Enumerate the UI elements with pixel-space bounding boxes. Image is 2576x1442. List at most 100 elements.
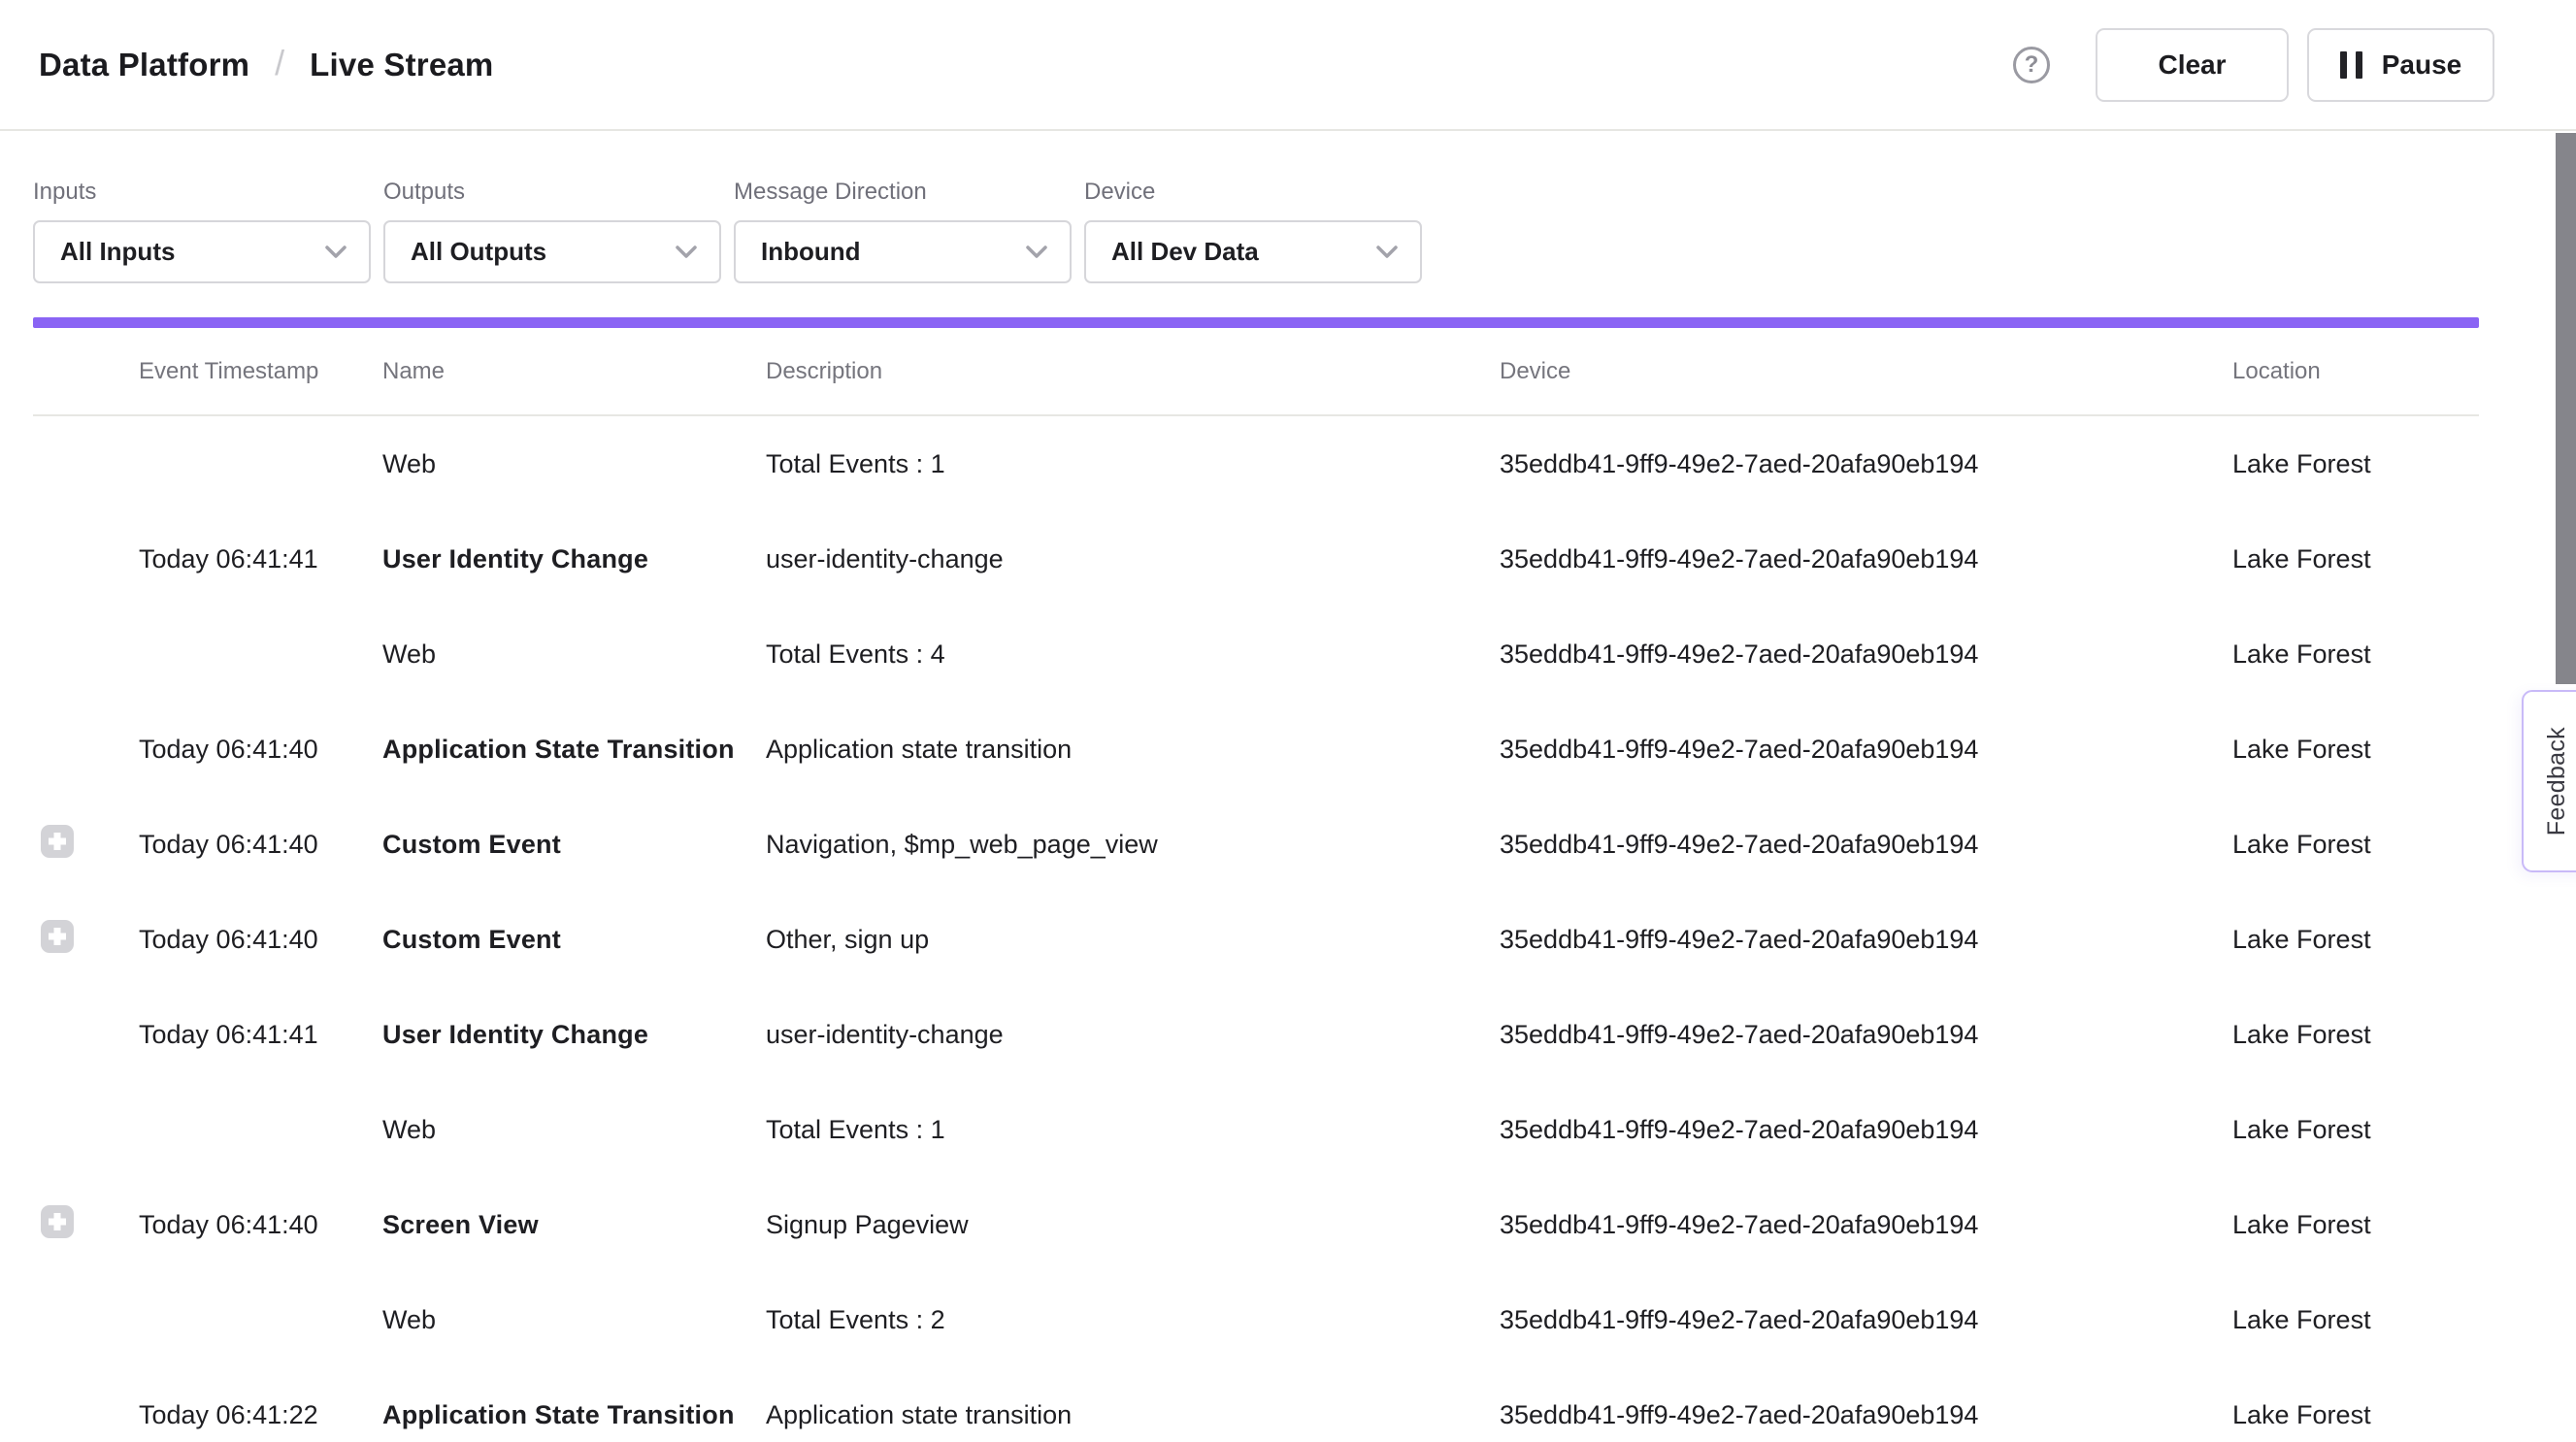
inputs-dropdown[interactable]: All Inputs: [33, 220, 371, 283]
event-name-cell: Application State Transition: [382, 1400, 766, 1430]
device-cell: 35eddb41-9ff9-49e2-7aed-20afa90eb194: [1500, 1400, 2232, 1430]
filters-bar: Inputs All Inputs Outputs All Outputs Me…: [33, 179, 2576, 283]
help-icon[interactable]: ?: [2013, 47, 2050, 83]
top-bar: Data Platform / Live Stream ? Clear Paus…: [0, 0, 2576, 131]
message-direction-dropdown[interactable]: Inbound: [734, 220, 1072, 283]
description-cell: Total Events : 1: [766, 449, 1500, 479]
message-direction-dropdown-value: Inbound: [761, 237, 861, 267]
vertical-scrollbar-thumb[interactable]: [2556, 133, 2576, 684]
expand-plus-icon[interactable]: [41, 825, 74, 858]
description-cell: Navigation, $mp_web_page_view: [766, 830, 1500, 860]
column-header-event-timestamp: Event Timestamp: [139, 358, 382, 385]
location-cell: Lake Forest: [2232, 639, 2479, 670]
column-header-name: Name: [382, 358, 766, 385]
expand-plus-icon[interactable]: [41, 1205, 74, 1238]
event-name-cell: Web: [382, 1115, 766, 1145]
table-row[interactable]: WebTotal Events : 135eddb41-9ff9-49e2-7a…: [33, 1082, 2479, 1177]
chevron-down-icon: [324, 245, 347, 260]
filter-outputs-label: Outputs: [383, 179, 721, 206]
table-row[interactable]: WebTotal Events : 135eddb41-9ff9-49e2-7a…: [33, 416, 2479, 511]
device-cell: 35eddb41-9ff9-49e2-7aed-20afa90eb194: [1500, 830, 2232, 860]
location-cell: Lake Forest: [2232, 735, 2479, 765]
device-cell: 35eddb41-9ff9-49e2-7aed-20afa90eb194: [1500, 735, 2232, 765]
device-cell: 35eddb41-9ff9-49e2-7aed-20afa90eb194: [1500, 449, 2232, 479]
event-name-cell: User Identity Change: [382, 1020, 766, 1050]
table-body: WebTotal Events : 135eddb41-9ff9-49e2-7a…: [33, 416, 2479, 1442]
table-row[interactable]: WebTotal Events : 235eddb41-9ff9-49e2-7a…: [33, 1272, 2479, 1367]
topbar-actions: ? Clear Pause: [2013, 28, 2494, 102]
location-cell: Lake Forest: [2232, 925, 2479, 955]
clear-button[interactable]: Clear: [2096, 28, 2289, 102]
description-cell: Total Events : 4: [766, 639, 1500, 670]
description-cell: Total Events : 2: [766, 1305, 1500, 1335]
location-cell: Lake Forest: [2232, 544, 2479, 574]
location-cell: Lake Forest: [2232, 1400, 2479, 1430]
device-cell: 35eddb41-9ff9-49e2-7aed-20afa90eb194: [1500, 1020, 2232, 1050]
event-name-cell: Web: [382, 449, 766, 479]
event-timestamp-cell: Today 06:41:40: [139, 830, 382, 860]
pause-icon: [2340, 51, 2362, 79]
description-cell: Application state transition: [766, 1400, 1500, 1430]
expand-cell: [33, 825, 139, 865]
feedback-tab[interactable]: Feedback: [2522, 690, 2576, 872]
pause-button[interactable]: Pause: [2307, 28, 2494, 102]
description-cell: Other, sign up: [766, 925, 1500, 955]
event-name-cell: User Identity Change: [382, 544, 766, 574]
live-stream-table: Event Timestamp Name Description Device …: [33, 328, 2479, 1442]
table-row[interactable]: Today 06:41:41User Identity Changeuser-i…: [33, 987, 2479, 1082]
filter-device-label: Device: [1084, 179, 1422, 206]
event-name-cell: Custom Event: [382, 925, 766, 955]
filter-message-direction: Message Direction Inbound: [734, 179, 1072, 283]
event-timestamp-cell: Today 06:41:40: [139, 1210, 382, 1240]
inputs-dropdown-value: All Inputs: [60, 237, 175, 267]
event-timestamp-cell: Today 06:41:22: [139, 1400, 382, 1430]
event-name-cell: Custom Event: [382, 830, 766, 860]
breadcrumb: Data Platform / Live Stream: [39, 45, 493, 85]
table-row[interactable]: Today 06:41:41User Identity Changeuser-i…: [33, 511, 2479, 606]
chevron-down-icon: [675, 245, 698, 260]
filter-message-direction-label: Message Direction: [734, 179, 1072, 206]
column-header-device: Device: [1500, 358, 2232, 385]
device-dropdown[interactable]: All Dev Data: [1084, 220, 1422, 283]
description-cell: user-identity-change: [766, 544, 1500, 574]
event-timestamp-cell: Today 06:41:40: [139, 925, 382, 955]
pause-button-label: Pause: [2382, 49, 2462, 81]
device-cell: 35eddb41-9ff9-49e2-7aed-20afa90eb194: [1500, 1115, 2232, 1145]
chevron-down-icon: [1025, 245, 1048, 260]
location-cell: Lake Forest: [2232, 1020, 2479, 1050]
clear-button-label: Clear: [2158, 49, 2226, 81]
breadcrumb-separator-icon: /: [275, 43, 284, 83]
table-row[interactable]: Today 06:41:22Application State Transiti…: [33, 1367, 2479, 1442]
device-cell: 35eddb41-9ff9-49e2-7aed-20afa90eb194: [1500, 925, 2232, 955]
table-row[interactable]: Today 06:41:40Screen ViewSignup Pageview…: [33, 1177, 2479, 1272]
description-cell: Total Events : 1: [766, 1115, 1500, 1145]
table-row[interactable]: Today 06:41:40Custom EventNavigation, $m…: [33, 797, 2479, 892]
table-header-row: Event Timestamp Name Description Device …: [33, 328, 2479, 416]
breadcrumb-section[interactable]: Data Platform: [39, 47, 249, 83]
device-dropdown-value: All Dev Data: [1111, 237, 1259, 267]
column-header-description: Description: [766, 358, 1500, 385]
page-title: Live Stream: [310, 47, 493, 83]
event-name-cell: Application State Transition: [382, 735, 766, 765]
filter-outputs: Outputs All Outputs: [383, 179, 721, 283]
location-cell: Lake Forest: [2232, 449, 2479, 479]
expand-plus-icon[interactable]: [41, 920, 74, 953]
column-header-location: Location: [2232, 358, 2479, 385]
location-cell: Lake Forest: [2232, 1305, 2479, 1335]
event-timestamp-cell: Today 06:41:41: [139, 544, 382, 574]
filter-device: Device All Dev Data: [1084, 179, 1422, 283]
outputs-dropdown[interactable]: All Outputs: [383, 220, 721, 283]
device-cell: 35eddb41-9ff9-49e2-7aed-20afa90eb194: [1500, 544, 2232, 574]
location-cell: Lake Forest: [2232, 1115, 2479, 1145]
event-name-cell: Screen View: [382, 1210, 766, 1240]
device-cell: 35eddb41-9ff9-49e2-7aed-20afa90eb194: [1500, 639, 2232, 670]
event-timestamp-cell: Today 06:41:41: [139, 1020, 382, 1050]
table-row[interactable]: Today 06:41:40Application State Transiti…: [33, 702, 2479, 797]
filter-inputs-label: Inputs: [33, 179, 371, 206]
outputs-dropdown-value: All Outputs: [411, 237, 546, 267]
expand-cell: [33, 1205, 139, 1245]
feedback-tab-label: Feedback: [2543, 727, 2571, 836]
table-row[interactable]: Today 06:41:40Custom EventOther, sign up…: [33, 892, 2479, 987]
table-row[interactable]: WebTotal Events : 435eddb41-9ff9-49e2-7a…: [33, 606, 2479, 702]
stream-progress-bar: [33, 317, 2479, 328]
